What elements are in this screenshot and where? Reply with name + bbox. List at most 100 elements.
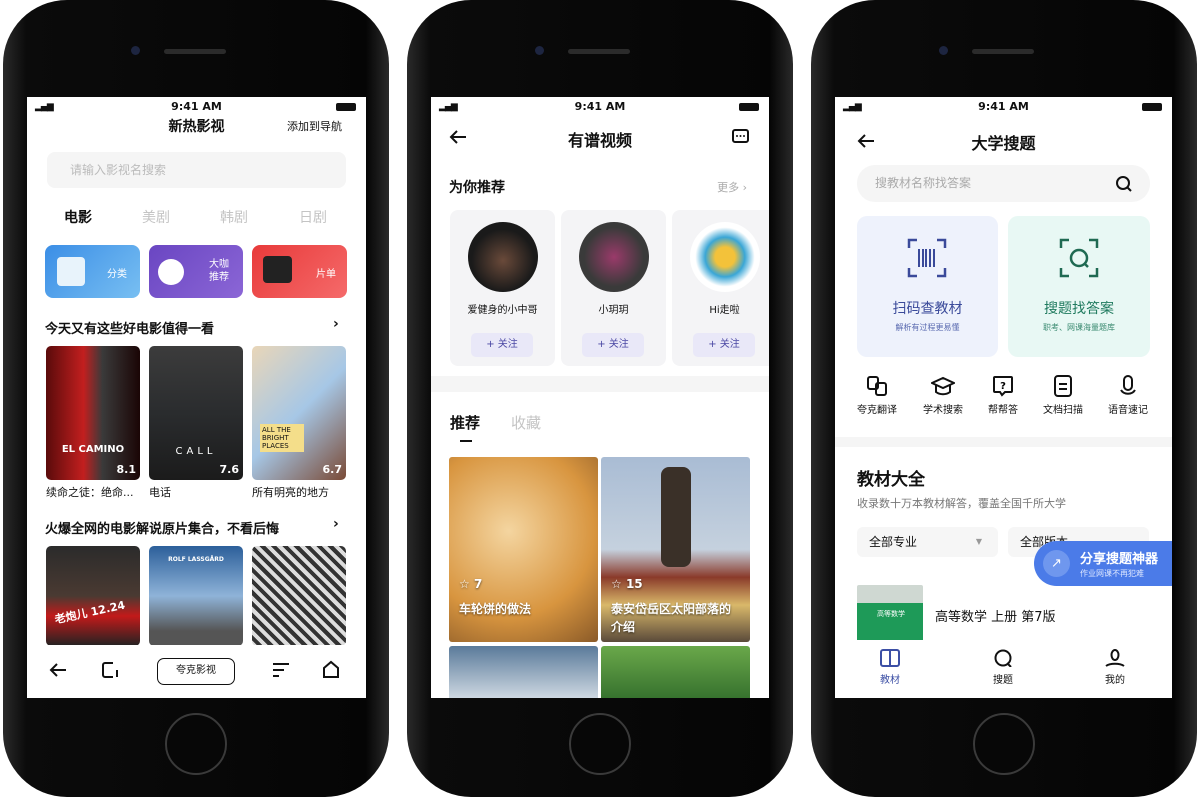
status-time: 9:41 AM [574,100,626,113]
tool-translate[interactable]: 夸克翻译 [847,375,907,416]
phone-frame: ▂▄▆ 9:41 AM 新热影视 添加到导航 请输入影视名搜索 电影 美剧 韩剧… [3,0,389,797]
movie-poster[interactable]: ALL THE BRIGHT PLACES 6.7 [252,346,346,480]
active-tab-indicator [460,440,472,442]
scan-textbook-card[interactable]: 扫码查教材 解析有过程更易懂 [857,216,998,357]
movie-poster[interactable]: EL CAMINO 8.1 [46,346,140,480]
rating: 7.6 [219,463,240,476]
follow-button[interactable]: + 关注 [582,333,644,357]
camera [535,46,544,55]
tab-recommend[interactable]: 推荐 [450,412,480,433]
home-button[interactable] [569,713,631,775]
status-time: 9:41 AM [171,100,222,113]
bottom-toolbar: 夸克影视 [27,645,366,698]
playlist-card[interactable]: 片单 [252,245,347,298]
movie-poster[interactable]: ROLF LASSGÅRD [149,546,243,646]
follow-button[interactable]: + 关注 [471,333,533,357]
movie-title[interactable]: 所有明亮的地方 [252,484,346,500]
star-value: 15 [625,577,643,591]
battery-icon [1142,103,1162,111]
recommend-title: 为你推荐 [449,180,505,196]
movie-title[interactable]: 续命之徒：绝命... [46,484,140,500]
tool-doc-scan[interactable]: 文档扫描 [1033,375,1093,416]
user-card[interactable]: Hi走啦 + 关注 [672,210,769,366]
face-icon [158,259,184,285]
tab-us-drama[interactable]: 美剧 [142,207,170,227]
message-icon[interactable] [732,129,749,146]
poster-text: 老炮儿 12.24 [53,598,127,627]
tab-search[interactable]: 搜题 [973,645,1033,686]
major-filter-dropdown[interactable]: 全部专业 ▼ [857,527,998,557]
tab-favorites[interactable]: 收藏 [511,412,541,433]
search-placeholder: 请输入影视名搜索 [70,163,167,177]
movie-poster[interactable]: CALL 7.6 [149,346,243,480]
divider [431,376,769,392]
card-title: 扫码查教材 [892,301,963,317]
search-answer-card[interactable]: 搜题找答案 职考、网课海量题库 [1008,216,1150,357]
tool-voice-notes[interactable]: 语音速记 [1098,375,1158,416]
follow-button[interactable]: + 关注 [693,333,755,357]
tool-help-answer[interactable]: ? 帮帮答 [973,375,1033,416]
search-input[interactable]: 搜教材名称找答案 [857,165,1150,202]
tool-label: 帮帮答 [988,405,1018,416]
search-icon [994,649,1012,667]
video-tile[interactable]: ☆ 7 车轮饼的做法 [449,457,598,642]
movie-title[interactable]: 电话 [149,484,243,500]
quark-video-button[interactable]: 夸克影视 [157,658,235,685]
section-title: 火爆全网的电影解说原片集合，不看后悔 [45,522,280,537]
home-button[interactable] [973,713,1035,775]
microphone-icon [1120,375,1136,395]
add-to-nav-link[interactable]: 添加到导航 [287,118,342,134]
user-card[interactable]: 爱健身的小中哥 + 关注 [450,210,555,366]
menu-icon[interactable] [272,662,290,678]
avatar [468,222,538,292]
more-link[interactable]: 更多 › [717,179,747,195]
video-tile[interactable] [449,646,598,698]
back-arrow-icon[interactable] [49,662,67,678]
star-count: ☆ 15 [611,577,643,591]
library-subtitle: 收录数十万本教材解答，覆盖全国千所大学 [857,497,1066,510]
section-arrow[interactable]: › [333,516,339,532]
tool-academic-search[interactable]: 学术搜索 [913,375,973,416]
tabs-icon[interactable] [101,661,119,679]
search-input[interactable]: 请输入影视名搜索 [47,152,346,188]
movie-app-screen: ▂▄▆ 9:41 AM 新热影视 添加到导航 请输入影视名搜索 电影 美剧 韩剧… [27,97,366,698]
phone-frame: ▂▄▆ 9:41 AM 大学搜题 搜教材名称找答案 扫码查教材 解析有过程更易懂… [811,0,1197,797]
user-name: 小玥玥 [598,305,629,316]
tab-label: 教材 [880,675,900,686]
book-title[interactable]: 高等数学 上册 第7版 [935,606,1056,625]
tab-textbooks[interactable]: 教材 [860,645,920,686]
category-label: 片单 [316,269,336,280]
speaker [972,49,1034,54]
section-arrow[interactable]: › [333,316,339,332]
expert-pick-card[interactable]: 大咖推荐 [149,245,243,298]
movie-poster[interactable] [252,546,346,646]
movie-poster[interactable]: 老炮儿 12.24 [46,546,140,646]
share-floating-button[interactable]: ↗ 分享搜题神器 作业网课不再犯难 [1034,541,1172,586]
search-icon[interactable] [1116,176,1132,192]
poster-text: ALL THE BRIGHT PLACES [260,424,304,452]
video-tile[interactable]: ☆ 15 泰安岱岳区太阳部落的介绍 [601,457,750,642]
tab-jp-drama[interactable]: 日剧 [299,207,327,227]
book-cover[interactable]: 高等数学 [857,585,923,645]
tab-movie[interactable]: 电影 [64,207,92,227]
home-button[interactable] [165,713,227,775]
tool-label: 文档扫描 [1043,405,1083,416]
tile-title: 泰安岱岳区太阳部落的介绍 [611,602,732,634]
tab-kr-drama[interactable]: 韩剧 [220,207,248,227]
tab-profile[interactable]: 我的 [1085,645,1145,686]
study-app-screen: ▂▄▆ 9:41 AM 大学搜题 搜教材名称找答案 扫码查教材 解析有过程更易懂… [835,97,1172,698]
battery-icon [336,103,356,111]
video-app-screen: ▂▄▆ 9:41 AM 有谱视频 为你推荐 更多 › 爱健身的小中哥 + 关注 小… [431,97,769,698]
cover-text: 高等数学 [877,610,905,618]
user-card[interactable]: 小玥玥 + 关注 [561,210,666,366]
home-icon[interactable] [322,660,340,679]
user-name: Hi走啦 [709,305,740,316]
category-label: 大咖推荐 [209,259,229,283]
page-title: 有谱视频 [567,131,632,150]
battery-icon [739,103,759,111]
caret-down-icon: ▼ [975,537,982,546]
category-card[interactable]: 分类 [45,245,140,298]
filter-label: 全部专业 [869,535,918,549]
video-tile[interactable] [601,646,750,698]
tool-label: 学术搜索 [923,405,963,416]
